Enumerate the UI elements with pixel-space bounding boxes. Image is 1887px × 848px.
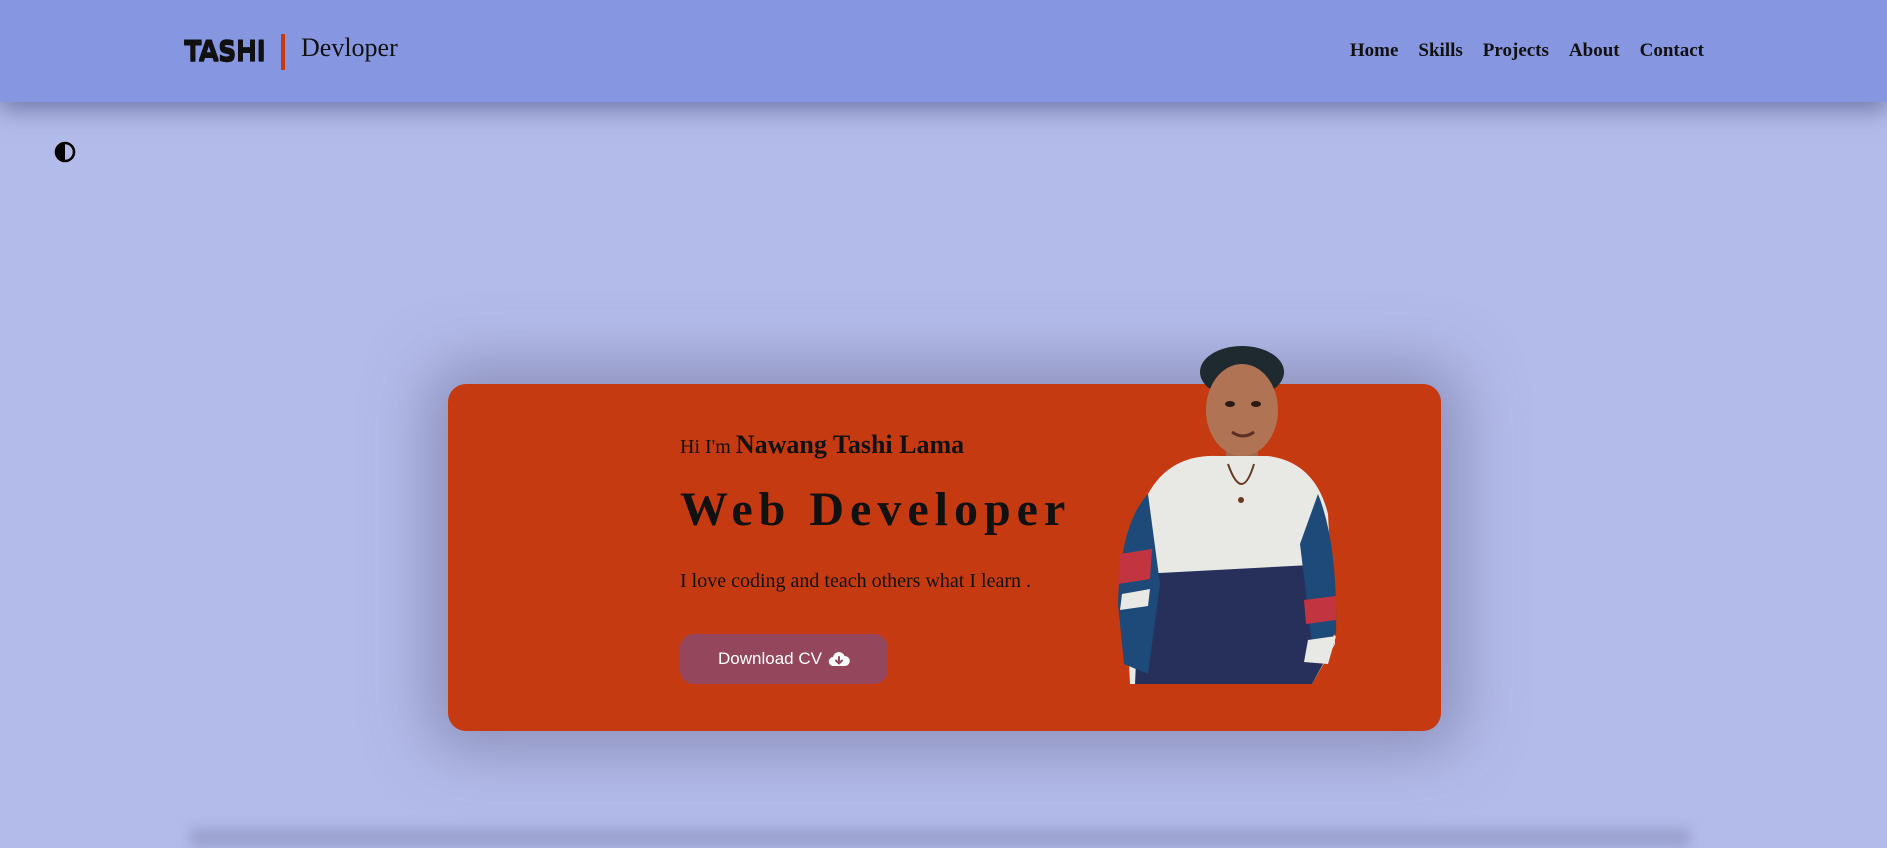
greeting: Hi I'm Nawang Tashi Lama bbox=[680, 430, 964, 460]
logo-text: TASHI bbox=[184, 36, 266, 68]
greeting-prefix: Hi I'm bbox=[680, 436, 731, 458]
nav-skills[interactable]: Skills bbox=[1418, 40, 1462, 62]
cloud-download-icon bbox=[828, 652, 850, 667]
nav-about[interactable]: About bbox=[1569, 40, 1620, 62]
theme-toggle-button[interactable] bbox=[54, 141, 76, 163]
hero-section: Hi I'm Nawang Tashi Lama Web Developer I… bbox=[448, 346, 1441, 731]
logo[interactable]: TASHI Devloper bbox=[184, 33, 398, 70]
logo-divider bbox=[281, 34, 285, 70]
next-section-edge bbox=[190, 828, 1690, 848]
logo-subtitle: Devloper bbox=[301, 33, 398, 62]
hero-tagline: I love coding and teach others what I le… bbox=[680, 570, 1031, 592]
download-cv-button[interactable]: Download CV bbox=[680, 634, 888, 684]
nav-contact[interactable]: Contact bbox=[1640, 40, 1704, 62]
contrast-half-icon bbox=[54, 141, 76, 163]
download-cv-label: Download CV bbox=[718, 649, 822, 668]
profile-portrait bbox=[1118, 346, 1337, 684]
nav-home[interactable]: Home bbox=[1350, 40, 1399, 62]
main-nav: Home Skills Projects About Contact bbox=[1350, 40, 1704, 62]
hero-role: Web Developer bbox=[680, 483, 1072, 536]
nav-projects[interactable]: Projects bbox=[1483, 40, 1549, 62]
navbar: TASHI Devloper Home Skills Projects Abou… bbox=[0, 0, 1887, 102]
hero-name: Nawang Tashi Lama bbox=[735, 430, 965, 459]
